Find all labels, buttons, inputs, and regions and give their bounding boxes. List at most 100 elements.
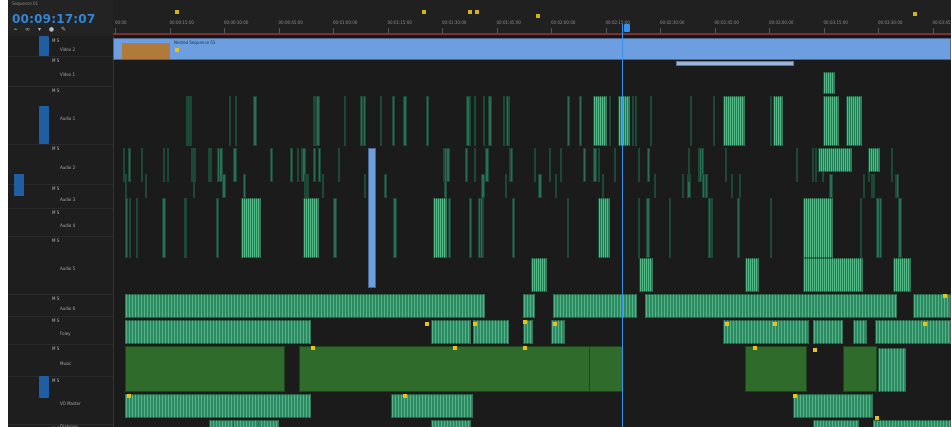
audio-clip[interactable] bbox=[297, 148, 299, 182]
audio-clip[interactable] bbox=[473, 320, 509, 344]
audio-clip[interactable] bbox=[770, 96, 772, 146]
clip-keyframe[interactable] bbox=[553, 322, 557, 326]
audio-clip[interactable] bbox=[190, 96, 192, 146]
audio-clip[interactable] bbox=[602, 174, 604, 198]
audio-clip[interactable] bbox=[593, 148, 597, 182]
audio-clip[interactable] bbox=[723, 320, 809, 344]
audio-clip[interactable] bbox=[233, 148, 237, 182]
track-toggle-icon[interactable]: M S bbox=[52, 58, 59, 63]
audio-clip[interactable] bbox=[598, 148, 600, 182]
audio-clip[interactable] bbox=[243, 174, 246, 198]
audio-clip[interactable] bbox=[875, 320, 951, 344]
audio-clip[interactable] bbox=[290, 148, 293, 182]
music-clip[interactable] bbox=[125, 346, 285, 392]
audio-clip[interactable] bbox=[125, 394, 311, 418]
time-ruler[interactable]: 00:00 00:00:15:00 00:00:30:00 00:00:45:00 00… bbox=[113, 0, 951, 37]
playhead-handle[interactable] bbox=[624, 24, 630, 32]
snap-icon[interactable]: ⌁ bbox=[12, 26, 19, 33]
work-area-bar[interactable] bbox=[113, 33, 951, 35]
audio-clip[interactable] bbox=[129, 198, 131, 258]
audio-clip[interactable] bbox=[538, 174, 542, 198]
audio-clip[interactable] bbox=[474, 148, 476, 182]
audio-clip[interactable] bbox=[426, 96, 429, 146]
track-toggle-icon[interactable]: M S bbox=[52, 88, 59, 93]
audio-clip[interactable] bbox=[593, 96, 607, 146]
track-toggle-icon[interactable]: M S bbox=[52, 210, 59, 215]
audio-clip[interactable] bbox=[813, 320, 843, 344]
audio-clip[interactable] bbox=[162, 198, 166, 258]
audio-clip[interactable] bbox=[466, 96, 470, 146]
audio-clip[interactable] bbox=[895, 174, 897, 198]
audio-clip[interactable] bbox=[860, 198, 862, 258]
track-header-video-1[interactable]: M S Video 1 bbox=[8, 56, 113, 87]
audio-clip[interactable] bbox=[873, 174, 875, 198]
audio-clip[interactable] bbox=[125, 320, 311, 344]
audio-clip[interactable] bbox=[549, 148, 551, 182]
audio-clip[interactable] bbox=[567, 198, 569, 258]
audio-clip[interactable] bbox=[567, 96, 570, 146]
track-header-foley[interactable]: M S Foley bbox=[8, 316, 113, 345]
audio-clip[interactable] bbox=[614, 148, 616, 182]
audio-clip[interactable] bbox=[646, 198, 650, 258]
audio-clip[interactable] bbox=[723, 96, 745, 146]
sequence-marker[interactable] bbox=[175, 10, 179, 14]
clip-keyframe[interactable] bbox=[311, 346, 315, 350]
audio-clip[interactable] bbox=[474, 96, 476, 146]
audio-clip[interactable] bbox=[241, 198, 261, 258]
track-header-audio-4[interactable]: M S Audio 4 bbox=[8, 208, 113, 237]
audio-clip[interactable] bbox=[560, 148, 562, 182]
audio-clip[interactable] bbox=[364, 174, 366, 198]
clip-keyframe[interactable] bbox=[403, 394, 407, 398]
audio-clip[interactable] bbox=[711, 198, 713, 258]
audio-clip[interactable] bbox=[770, 198, 772, 258]
audio-clip[interactable] bbox=[483, 96, 485, 146]
audio-clip[interactable] bbox=[136, 198, 138, 258]
audio-clip[interactable] bbox=[731, 174, 733, 198]
audio-clip[interactable] bbox=[878, 348, 906, 392]
track-toggle-icon[interactable]: M S bbox=[52, 186, 59, 191]
track-toggle-icon[interactable]: M S bbox=[52, 378, 59, 383]
audio-clip[interactable] bbox=[229, 96, 231, 146]
audio-clip[interactable] bbox=[488, 96, 492, 146]
audio-clip[interactable] bbox=[193, 174, 195, 198]
audio-clip[interactable] bbox=[705, 174, 708, 198]
audio-clip[interactable] bbox=[505, 174, 507, 198]
audio-clip[interactable] bbox=[304, 174, 306, 198]
audio-clip[interactable] bbox=[829, 174, 833, 198]
audio-clip[interactable] bbox=[301, 148, 303, 182]
clip-keyframe[interactable] bbox=[875, 416, 879, 420]
audio-clip[interactable] bbox=[609, 96, 611, 146]
audio-clip[interactable] bbox=[431, 420, 471, 427]
music-clip[interactable] bbox=[745, 346, 807, 392]
audio-clip[interactable] bbox=[384, 174, 387, 198]
audio-clip[interactable] bbox=[219, 148, 223, 182]
track-header-audio-6[interactable]: M S Audio 6 bbox=[8, 294, 113, 317]
audio-clip[interactable] bbox=[344, 96, 346, 146]
clip-keyframe[interactable] bbox=[773, 322, 777, 326]
music-clip[interactable] bbox=[299, 346, 623, 392]
audio-clip[interactable] bbox=[128, 148, 131, 182]
audio-clip[interactable] bbox=[737, 198, 740, 258]
audio-clip[interactable] bbox=[446, 148, 450, 182]
audio-clip[interactable] bbox=[793, 394, 873, 418]
audio-clip[interactable] bbox=[216, 198, 219, 258]
track-header-video-2[interactable]: M S Video 2 bbox=[8, 36, 113, 57]
audio-clip[interactable] bbox=[818, 148, 852, 172]
clip-keyframe[interactable] bbox=[523, 320, 527, 324]
track-toggle-icon[interactable]: M S bbox=[52, 296, 59, 301]
audio-clip[interactable] bbox=[125, 198, 128, 258]
track-header-audio-5[interactable]: M S Audio 5 bbox=[8, 236, 113, 295]
clip-keyframe[interactable] bbox=[753, 346, 757, 350]
sequence-marker[interactable] bbox=[468, 10, 472, 14]
audio-clip[interactable] bbox=[796, 148, 798, 182]
sequence-marker[interactable] bbox=[913, 12, 917, 16]
audio-clip[interactable] bbox=[650, 96, 652, 146]
audio-clip[interactable] bbox=[682, 174, 684, 198]
audio-clip[interactable] bbox=[702, 174, 705, 198]
audio-clip[interactable] bbox=[307, 174, 309, 198]
audio-clip[interactable] bbox=[125, 294, 485, 318]
clip-keyframe[interactable] bbox=[175, 48, 179, 52]
clip-keyframe[interactable] bbox=[923, 322, 927, 326]
audio-clip[interactable] bbox=[313, 148, 316, 182]
audio-clip[interactable] bbox=[891, 148, 893, 182]
